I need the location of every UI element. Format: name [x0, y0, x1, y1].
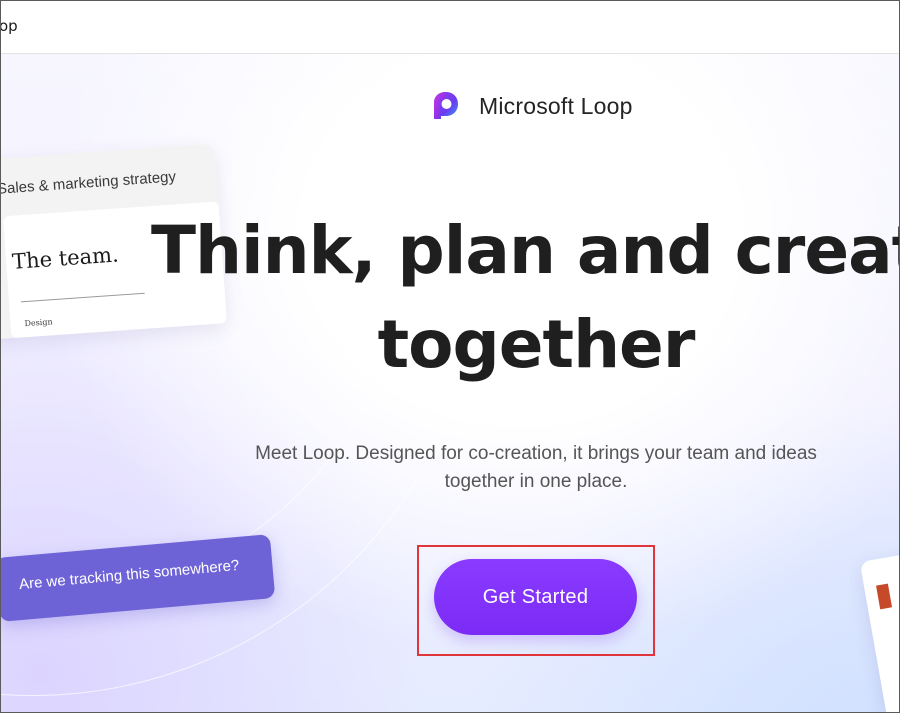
chat-bubble-text: Are we tracking this somewhere? [18, 556, 240, 594]
app-window: op Sales & marketing strategy The team. … [0, 0, 900, 713]
brand-header: Microsoft Loop [429, 87, 633, 125]
landing-page: Sales & marketing strategy The team. Des… [1, 54, 899, 712]
strategy-card-divider [20, 292, 145, 303]
hero-headline-line2: together [377, 306, 696, 383]
right-card-accent [876, 583, 893, 610]
right-edge-card [859, 548, 899, 712]
strategy-card-title: Sales & marketing strategy [1, 168, 177, 198]
hero-headline: Think, plan and create together [151, 204, 899, 392]
strategy-card-caption: Design [24, 317, 53, 329]
strategy-card-heading: The team. [11, 242, 120, 274]
title-bar: op [1, 1, 899, 54]
microsoft-loop-logo-icon [434, 92, 458, 119]
hero-subtitle: Meet Loop. Designed for co-creation, it … [255, 443, 817, 492]
brand-name: Microsoft Loop [479, 92, 633, 119]
hero-headline-line1: Think, plan and create [151, 212, 899, 289]
get-started-button[interactable]: Get Started [434, 559, 637, 635]
window-title: op [0, 17, 18, 35]
